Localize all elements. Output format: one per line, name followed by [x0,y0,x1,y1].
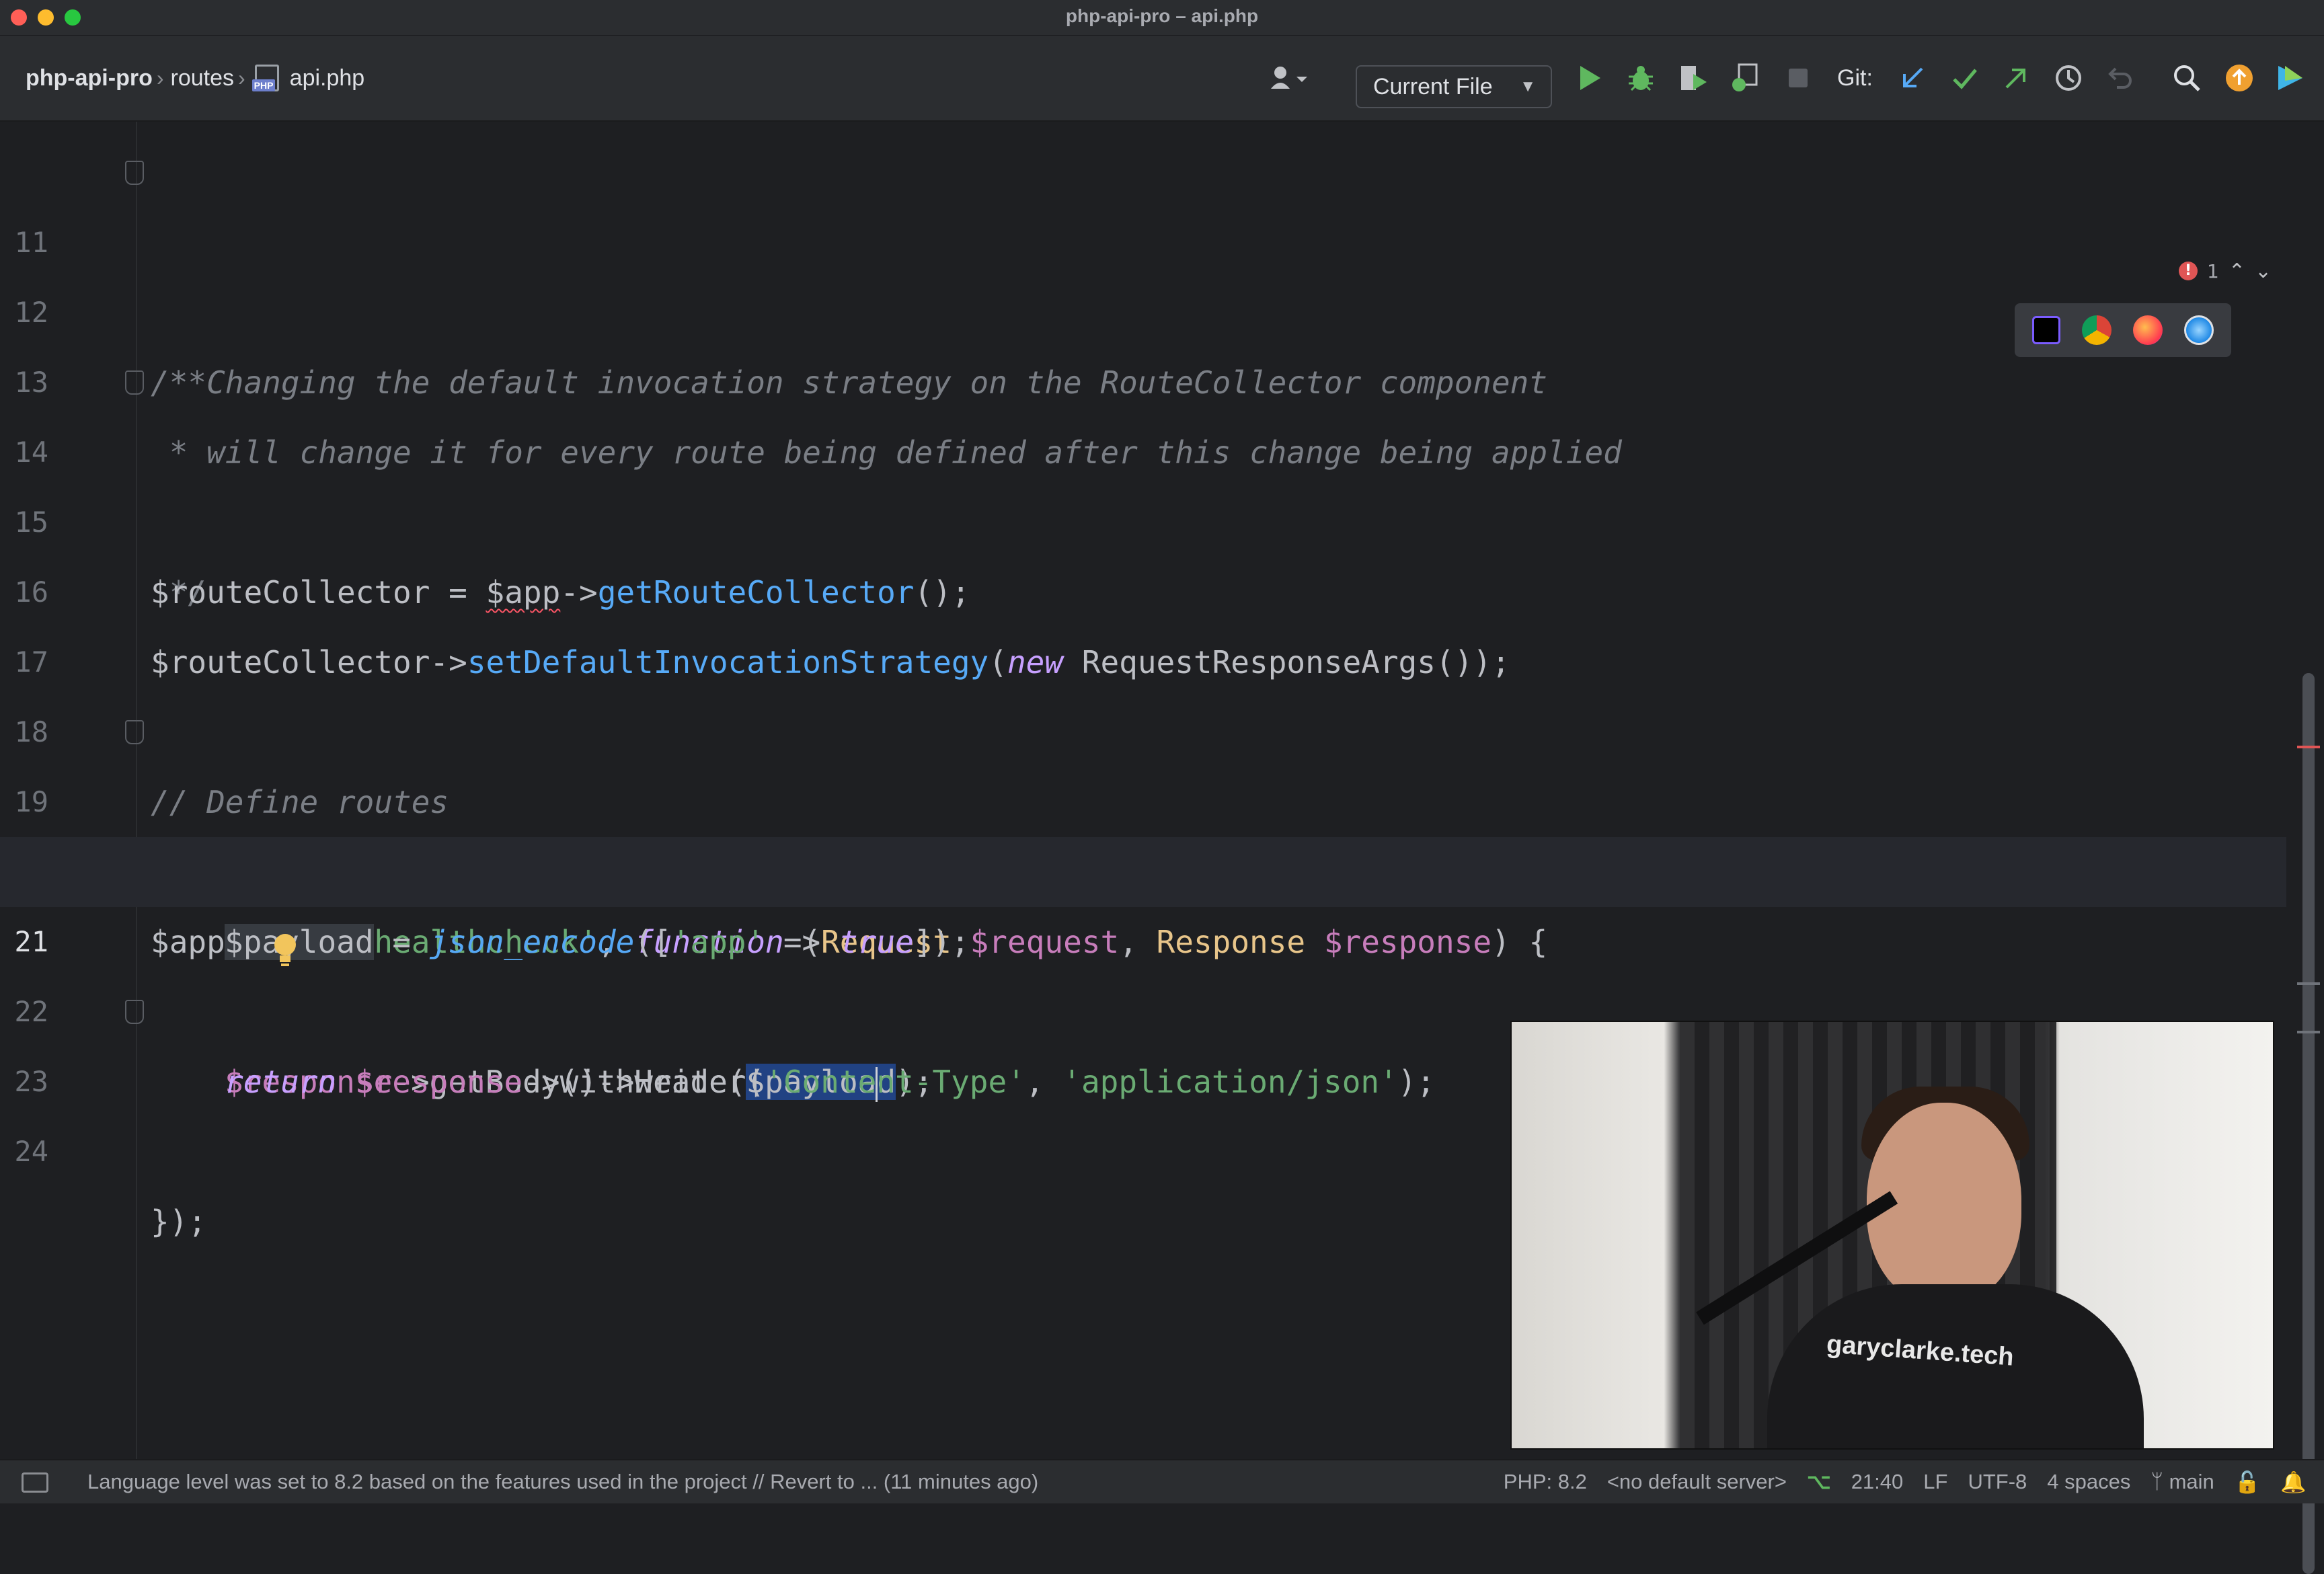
jetbrains-ai-icon[interactable] [2272,36,2309,120]
stripe-marker[interactable] [2297,1031,2320,1033]
git-commit-icon[interactable] [1946,36,1984,120]
breadcrumb-project[interactable]: php-api-pro [26,65,153,91]
lock-icon[interactable]: 🔓 [2235,1470,2261,1495]
user-icon[interactable] [1262,36,1315,120]
git-branch-label: main [2169,1470,2214,1493]
deployment-server[interactable]: <no default server> [1607,1470,1787,1494]
rollback-icon[interactable] [2102,36,2140,120]
stripe-marker[interactable] [2297,982,2320,985]
current-code-line[interactable]: 21 $response->getBody()->write($payload)… [0,837,2286,1102]
window-title: php-api-pro – api.php [1065,5,1259,26]
toggle-tool-windows-icon[interactable] [22,1472,48,1493]
git-status-icon[interactable]: ⌥ [1807,1470,1831,1494]
fold-icon[interactable] [125,370,144,395]
stop-icon[interactable] [1779,36,1817,120]
indent-setting[interactable]: 4 spaces [2047,1470,2130,1494]
code-line[interactable]: 20 $payload = json_encode(['app' => true… [0,767,2286,960]
code-line[interactable]: 15 $routeCollector = $app->getRouteColle… [0,418,2286,611]
code-line[interactable]: 16 $routeCollector->setDefaultInvocation… [0,487,2286,680]
status-widgets: PHP: 8.2 <no default server> ⌥ 21:40 LF … [1504,1460,2307,1503]
main-toolbar: php-api-pro › routes › PHP api.php Curre… [0,36,2324,122]
intention-bulb-icon[interactable] [160,853,297,966]
title-bar: php-api-pro – api.php [0,0,2324,36]
caret-position[interactable]: 21:40 [1851,1470,1904,1494]
fold-icon[interactable] [125,720,144,744]
run-icon[interactable] [1571,36,1609,120]
breadcrumb-separator-icon: › [238,65,245,90]
status-message[interactable]: Language level was set to 8.2 based on t… [87,1460,1038,1503]
file-encoding[interactable]: UTF-8 [1968,1470,2027,1494]
branch-icon: ᛘ [2151,1470,2169,1493]
code-line[interactable]: 19 $app->get('/healthcheck', function (R… [0,697,2286,960]
notifications-icon[interactable]: 🔔 [2280,1470,2307,1495]
fold-icon[interactable] [125,1000,144,1024]
breadcrumb-folder[interactable]: routes [171,65,235,91]
code-line[interactable]: 12 * Changing the default invocation str… [0,208,2286,401]
git-push-icon[interactable] [1997,36,2035,120]
fold-icon[interactable] [125,161,144,185]
git-branch[interactable]: ᛘ main [2151,1470,2214,1494]
code-editor[interactable]: ! 1 ⌃ ⌄ 11 /** 12 * Changing the default… [0,122,2324,1574]
breadcrumb-separator-icon: › [156,65,164,90]
history-icon[interactable] [2050,36,2087,120]
code-line[interactable]: 11 /** [0,138,2286,401]
code-line[interactable]: 14 */ [0,348,2286,611]
coverage-icon[interactable] [1674,36,1712,120]
chevron-down-icon: ▼ [1520,77,1536,95]
code-line[interactable]: 22 return $response->withHeader('Content… [0,907,2286,1100]
status-bar: Language level was set to 8.2 based on t… [0,1459,2324,1503]
breadcrumb-file[interactable]: PHP api.php [251,65,365,91]
updates-icon[interactable] [2220,36,2258,120]
debug-icon[interactable] [1622,36,1660,120]
vertical-scrollbar[interactable] [2302,673,2315,1574]
git-label: Git: [1837,65,1873,91]
run-configuration-label: Current File [1373,73,1493,100]
search-icon[interactable] [2168,36,2206,120]
php-language-level[interactable]: PHP: 8.2 [1504,1470,1587,1494]
git-update-icon[interactable] [1894,36,1931,120]
breadcrumb: php-api-pro › routes › PHP api.php [26,36,364,120]
line-number: 24 [14,1135,48,1168]
error-stripe-marker[interactable] [2297,746,2320,748]
code-line[interactable]: 17 [0,557,2286,678]
run-configuration-select[interactable]: Current File ▼ [1356,65,1552,108]
php-file-icon: PHP [251,65,282,91]
profile-icon[interactable] [1726,36,1763,120]
code-line[interactable]: 13 * will change it for every route bein… [0,278,2286,471]
line-code: }); [151,1204,207,1240]
code-line[interactable]: 18 // Define routes [0,627,2286,820]
line-separator[interactable]: LF [1923,1470,1947,1494]
webcam-overlay: garyclarke.tech [1510,1021,2274,1450]
breadcrumb-file-label: api.php [289,65,365,91]
